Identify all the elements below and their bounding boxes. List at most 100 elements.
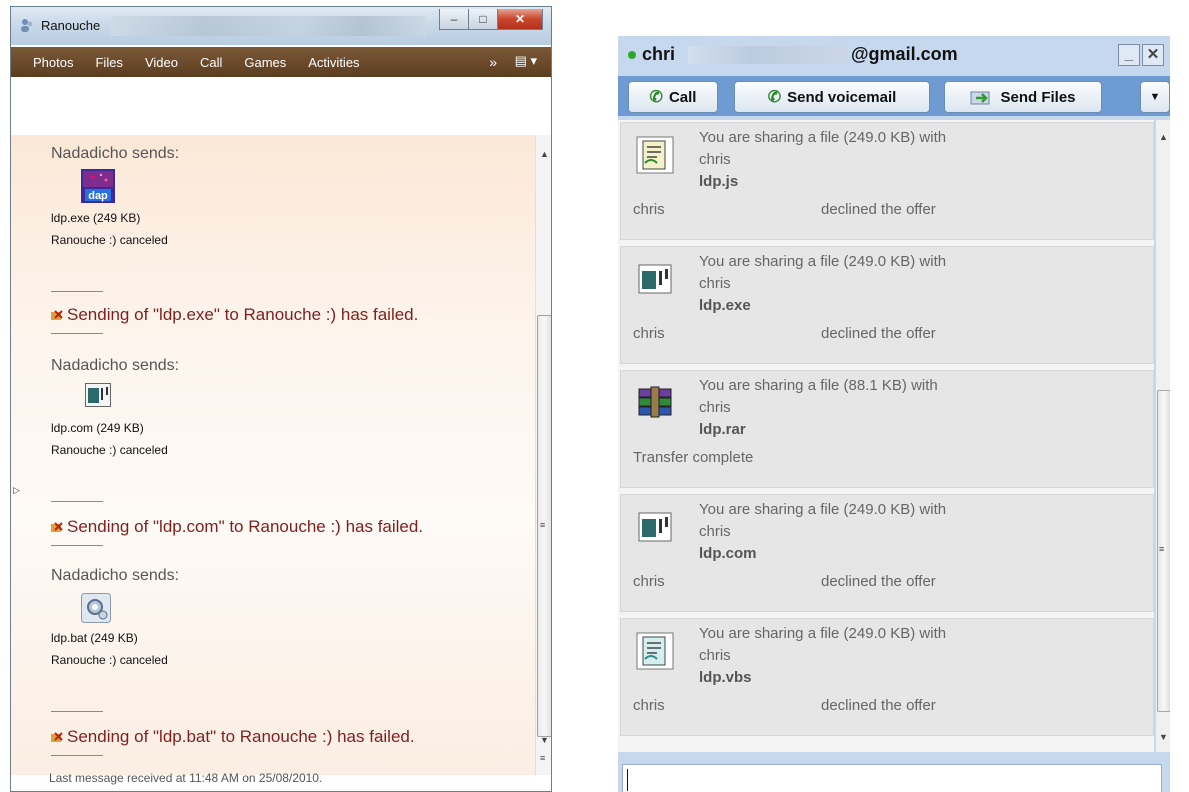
contact-email-end: @gmail.com <box>851 44 958 64</box>
close-button[interactable]: ✕ <box>1142 44 1164 66</box>
batch-gear-icon[interactable] <box>81 593 111 623</box>
resize-grip-icon[interactable]: ≡ <box>540 753 545 763</box>
scroll-up-icon[interactable]: ▲ <box>540 149 549 159</box>
menu-games[interactable]: Games <box>244 55 286 70</box>
error-icon <box>51 521 63 532</box>
redacted-email <box>688 46 848 64</box>
close-button[interactable]: ✕ <box>498 9 543 30</box>
file-name[interactable]: ldp.com (249 KB) <box>51 421 144 435</box>
contact-email-start: chri <box>642 44 676 64</box>
scroll-up-icon[interactable]: ▲ <box>1159 132 1168 142</box>
transfer-status: declined the offer <box>821 697 936 714</box>
winrar-archive-icon <box>638 386 672 418</box>
shared-file-name[interactable]: ldp.com <box>699 545 757 562</box>
separator <box>51 501 103 502</box>
shared-file-name[interactable]: ldp.rar <box>699 421 746 438</box>
minimize-button[interactable]: _ <box>1118 44 1140 66</box>
expand-arrow-icon[interactable]: ▷ <box>13 485 20 496</box>
menu-activities[interactable]: Activities <box>308 55 359 70</box>
file-name[interactable]: ldp.exe (249 KB) <box>51 211 140 225</box>
error-icon <box>51 309 63 320</box>
transfer-status: declined the offer <box>821 325 936 342</box>
send-voicemail-button[interactable]: ✆ Send voicemail <box>734 81 930 113</box>
grip-icon: ≡ <box>1159 544 1165 554</box>
tools-menu-icon[interactable]: ▤ ▾ <box>515 53 537 69</box>
share-description: You are sharing a file (249.0 KB) with <box>699 501 947 518</box>
script-file-icon <box>636 632 674 670</box>
message-input[interactable] <box>622 764 1162 792</box>
failure-message: Sending of "ldp.bat" to Ranouche :) has … <box>51 727 415 747</box>
window-title: Ranouche <box>41 18 101 33</box>
phone-icon: ✆ <box>649 89 663 106</box>
menu-call[interactable]: Call <box>200 55 222 70</box>
failure-message: Sending of "ldp.exe" to Ranouche :) has … <box>51 305 418 325</box>
chat-title-bar: chri @gmail.com _ ✕ <box>618 36 1170 72</box>
menu-files[interactable]: Files <box>95 55 122 70</box>
share-description: You are sharing a file (249.0 KB) with <box>699 625 947 642</box>
shared-file-name[interactable]: ldp.vbs <box>699 669 752 686</box>
file-share-card: You are sharing a file (249.0 KB) with c… <box>620 246 1154 364</box>
chat-toolbar: ✆ Call ✆ Send voicemail Send Files ▼ <box>618 76 1170 116</box>
sender-label: Nadadicho sends: <box>51 145 180 162</box>
last-message-status: Last message received at 11:48 AM on 25/… <box>49 771 323 785</box>
messenger-window: Ranouche – □ ✕ Photos Files Video Call G… <box>10 6 552 792</box>
maximize-button[interactable]: □ <box>469 9 498 30</box>
scrollbar[interactable]: ▲ ≡ ▼ ≡ <box>535 135 551 775</box>
title-bar: Ranouche – □ ✕ <box>11 7 551 45</box>
options-dropdown-button[interactable]: ▼ <box>1140 81 1170 113</box>
toolbar-area <box>11 77 551 135</box>
failure-message: Sending of "ldp.com" to Ranouche :) has … <box>51 517 423 537</box>
responder-name: chris <box>633 325 665 342</box>
dap-file-icon[interactable]: dap <box>81 169 115 203</box>
scroll-down-icon[interactable]: ▼ <box>540 735 549 745</box>
send-files-button[interactable]: Send Files <box>944 81 1102 113</box>
scroll-down-icon[interactable]: ▼ <box>1159 732 1168 742</box>
menu-photos[interactable]: Photos <box>33 55 73 70</box>
window-app-icon[interactable] <box>85 383 111 407</box>
shared-file-name[interactable]: ldp.exe <box>699 297 751 314</box>
window-app-icon <box>638 264 672 294</box>
blurred-title-area <box>111 16 426 36</box>
sender-label: Nadadicho sends: <box>51 357 180 374</box>
file-share-card: You are sharing a file (249.0 KB) with c… <box>620 618 1154 736</box>
share-description: You are sharing a file (88.1 KB) with <box>699 377 938 394</box>
share-recipient: chris <box>699 399 731 416</box>
call-button[interactable]: ✆ Call <box>628 81 718 113</box>
window-app-icon <box>638 512 672 542</box>
file-name[interactable]: ldp.bat (249 KB) <box>51 631 138 645</box>
file-share-card: You are sharing a file (249.0 KB) with c… <box>620 122 1154 240</box>
cancel-note: Ranouche :) canceled <box>51 233 168 247</box>
transfer-status: Transfer complete <box>633 449 754 466</box>
svg-text:dap: dap <box>88 190 108 202</box>
conversation-history: Nadadicho sends: dap ldp.exe (249 KB) Ra… <box>11 135 535 785</box>
share-recipient: chris <box>699 647 731 664</box>
scrollbar[interactable]: ▲ ≡ ▼ <box>1156 120 1170 752</box>
responder-name: chris <box>633 697 665 714</box>
menu-bar: Photos Files Video Call Games Activities… <box>11 47 551 77</box>
file-share-card: You are sharing a file (88.1 KB) with ch… <box>620 370 1154 488</box>
cancel-note: Ranouche :) canceled <box>51 443 168 457</box>
minimize-button[interactable]: – <box>439 9 469 30</box>
folder-arrow-icon <box>970 91 990 105</box>
separator <box>51 545 103 546</box>
separator <box>51 711 103 712</box>
cancel-note: Ranouche :) canceled <box>51 653 168 667</box>
more-menu-button[interactable]: » <box>489 54 497 70</box>
phone-icon: ✆ <box>767 89 782 106</box>
menu-video[interactable]: Video <box>145 55 178 70</box>
share-description: You are sharing a file (249.0 KB) with <box>699 253 947 270</box>
sender-label: Nadadicho sends: <box>51 567 180 584</box>
share-recipient: chris <box>699 151 731 168</box>
transfer-status: declined the offer <box>821 573 936 590</box>
grip-icon: ≡ <box>540 520 546 530</box>
online-status-icon <box>628 51 636 59</box>
responder-name: chris <box>633 201 665 218</box>
file-transfer-list: You are sharing a file (249.0 KB) with c… <box>618 120 1154 752</box>
responder-name: chris <box>633 573 665 590</box>
transfer-status: declined the offer <box>821 201 936 218</box>
error-icon <box>51 731 63 742</box>
contact-icon <box>21 19 33 32</box>
separator <box>51 333 103 334</box>
shared-file-name[interactable]: ldp.js <box>699 173 738 190</box>
script-file-icon <box>636 136 674 174</box>
